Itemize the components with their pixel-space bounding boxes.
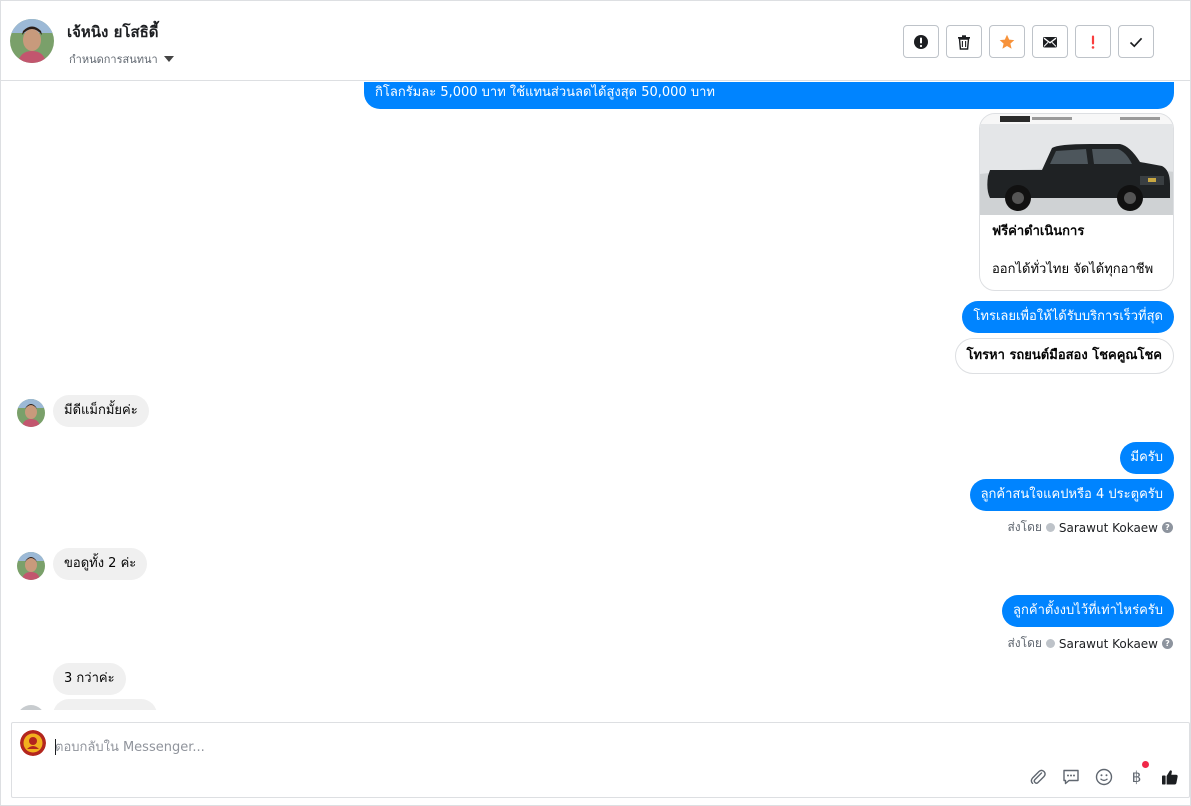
saved-replies-button[interactable] [1061, 767, 1080, 786]
message-bubble-outgoing: กิโลกรัมละ 5,000 บาท ใช้แทนส่วนลดได้สูงส… [364, 82, 1174, 109]
envelope-icon [1043, 36, 1057, 47]
contact-avatar-small [17, 552, 45, 580]
message-bubble-outgoing: โทรเลยเพื่อให้ได้รับบริการเร็วที่สุด [962, 301, 1174, 333]
conversation-stage-dropdown[interactable]: กำหนดการสนทนา [69, 50, 174, 68]
mark-unread-button[interactable] [1032, 25, 1068, 58]
delete-button[interactable] [946, 25, 982, 58]
truck-image [980, 114, 1173, 215]
card-title: ฟรีค่าดำเนินการ [992, 224, 1085, 239]
composer-tools: ฿ [1028, 761, 1179, 786]
mark-important-button[interactable] [1075, 25, 1111, 58]
mark-done-button[interactable] [1118, 25, 1154, 58]
card-subtitle: ออกได้ทั่วไทย จัดได้ทุกอาชีพ [992, 262, 1154, 277]
message-bubble-outgoing: มีครับ [1119, 442, 1174, 474]
message-bubble-outgoing: ลูกค้าตั้งงบไว้ที่เท่าไหร่ครับ [1002, 595, 1174, 627]
message-bubble-incoming: ขอดูทั้ง 2 ค่ะ [53, 548, 148, 580]
checkmark-icon [1129, 37, 1143, 47]
emoji-button[interactable] [1094, 767, 1113, 786]
sender-name[interactable]: Sarawut Kokaew [1059, 637, 1158, 651]
stage-label: กำหนดการสนทนา [69, 53, 158, 66]
contact-name[interactable]: เจ้หนิง ยโสธิดี้ [67, 20, 159, 44]
thumbs-up-icon [1161, 769, 1178, 784]
contact-avatar[interactable] [10, 19, 54, 63]
sent-by-line: ส่งโดย Sarawut Kokaew ? [1007, 518, 1173, 537]
message-bubble-incoming: 3 กว่าค่ะ [53, 663, 126, 695]
saved-replies-icon [1062, 769, 1079, 784]
sent-by-label: ส่งโดย [1007, 520, 1042, 534]
sent-by-label: ส่งโดย [1007, 636, 1042, 650]
contact-avatar-small [17, 399, 45, 427]
header-actions [903, 25, 1154, 58]
payment-button[interactable]: ฿ [1127, 761, 1149, 786]
sent-by-line: ส่งโดย Sarawut Kokaew ? [1007, 634, 1173, 653]
conversation-header: เจ้หนิง ยโสธิดี้ กำหนดการสนทนา [1, 1, 1190, 81]
attach-button[interactable] [1028, 767, 1047, 786]
like-button[interactable] [1160, 767, 1179, 786]
page-avatar [20, 730, 46, 756]
paperclip-icon [1030, 769, 1046, 784]
inbox-conversation-panel: เจ้หนิง ยโสธิดี้ กำหนดการสนทนา กิโลกรัมล… [0, 0, 1191, 806]
help-icon[interactable]: ? [1162, 522, 1173, 533]
alert-circle-icon [914, 34, 928, 49]
admin-dot-icon [1045, 523, 1055, 532]
reply-input[interactable] [55, 736, 955, 758]
emoji-icon [1095, 768, 1112, 785]
message-thread[interactable]: กิโลกรัมละ 5,000 บาท ใช้แทนส่วนลดได้สูงส… [1, 82, 1190, 710]
reply-composer: ฿ [11, 722, 1190, 798]
notification-dot [1142, 761, 1149, 768]
product-card[interactable]: ฟรีค่าดำเนินการ ออกได้ทั่วไทย จัดได้ทุกอ… [979, 113, 1174, 291]
message-bubble-incoming-partial [53, 699, 157, 710]
admin-dot-icon [1045, 639, 1055, 648]
exclamation-icon [1091, 35, 1095, 49]
contact-avatar-small [17, 705, 45, 710]
quick-reply-call-button[interactable]: โทรหา รถยนต์มือสอง โชคคูณโชค [954, 338, 1174, 374]
caret-down-icon [163, 56, 174, 62]
trash-icon [958, 34, 970, 50]
star-button[interactable] [989, 25, 1025, 58]
message-bubble-outgoing: ลูกค้าสนใจแคปหรือ 4 ประตูครับ [969, 479, 1174, 511]
help-icon[interactable]: ? [1162, 638, 1173, 649]
star-icon [999, 34, 1015, 49]
sender-name[interactable]: Sarawut Kokaew [1059, 521, 1158, 535]
baht-icon: ฿ [1131, 767, 1142, 786]
report-spam-button[interactable] [903, 25, 939, 58]
message-bubble-incoming: มีดีแม็กมั้ยค่ะ [53, 395, 149, 427]
